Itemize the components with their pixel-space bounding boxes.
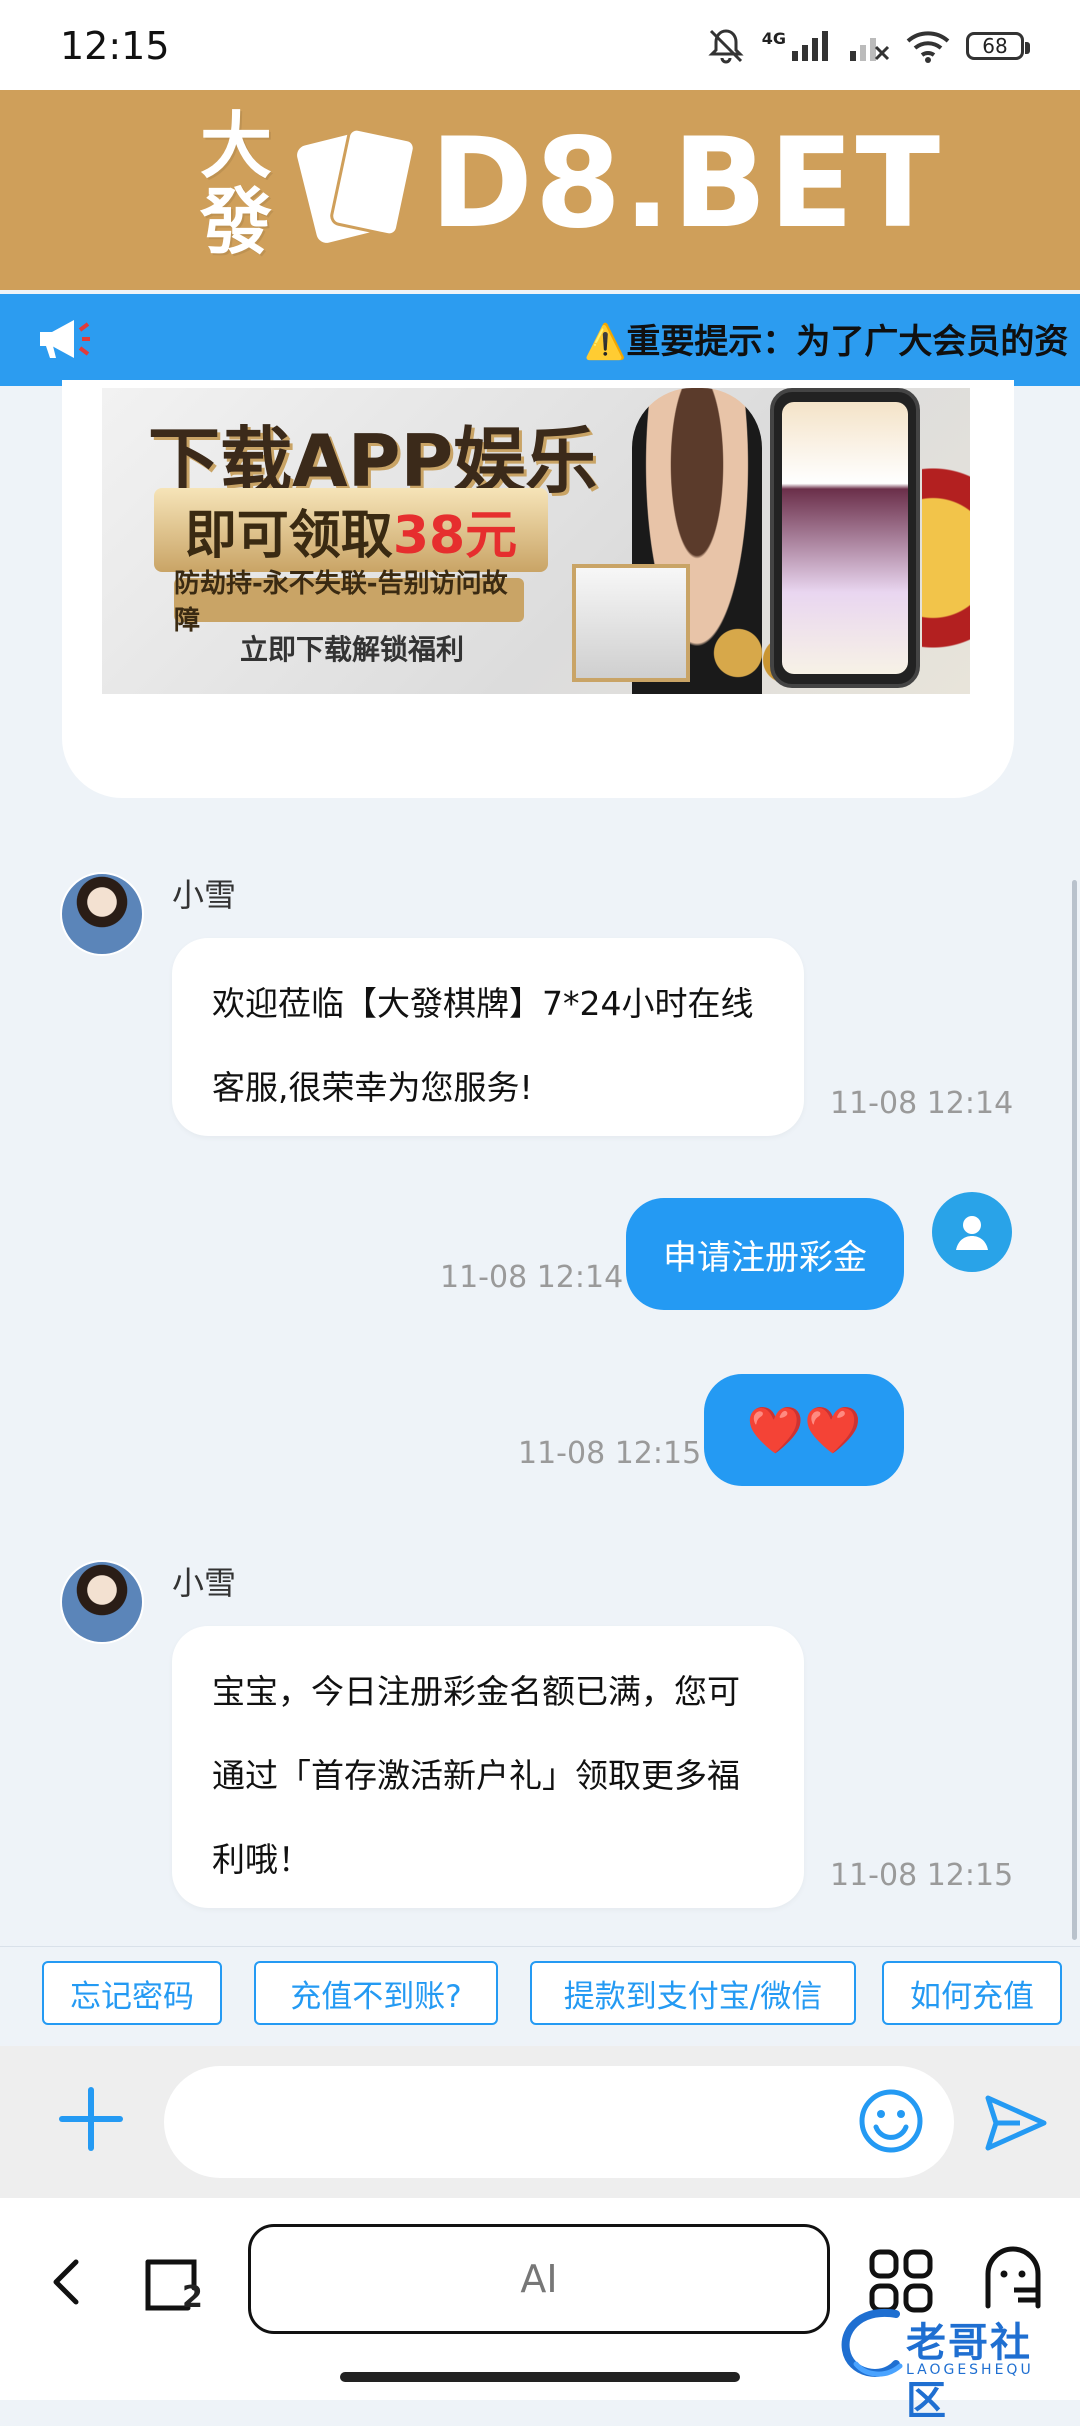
battery-indicator: 68 (966, 32, 1030, 60)
signal-icon (792, 31, 828, 61)
status-icons: 4G 68 (706, 26, 1030, 66)
message-timestamp: 11-08 12:14 (440, 1260, 624, 1295)
message-line: 欢迎莅临【大發棋牌】7*24小时在线 (212, 984, 754, 1023)
sender-name: 小雪 (172, 1564, 237, 1602)
quick-reply-how-to-deposit[interactable]: 如何充值 (882, 1961, 1062, 2025)
status-time: 12:15 (60, 24, 170, 68)
agent-avatar[interactable] (60, 1560, 144, 1644)
send-icon[interactable] (980, 2088, 1050, 2158)
outgoing-message-bubble: 申请注册彩金 (626, 1198, 904, 1310)
outgoing-message-bubble: ❤️❤️ (704, 1374, 904, 1486)
tabs-button[interactable]: 2 (140, 2246, 210, 2316)
brand-chars: 大發 (200, 103, 273, 264)
sender-name: 小雪 (172, 876, 237, 914)
emoji-icon[interactable] (856, 2086, 926, 2156)
banner-cta: 立即下载解锁福利 (239, 633, 464, 666)
home-indicator[interactable] (340, 2372, 740, 2382)
phone-mockup-image (770, 388, 920, 688)
plus-icon[interactable] (56, 2084, 126, 2154)
mute-bell-icon (708, 29, 744, 64)
message-input[interactable] (164, 2066, 954, 2178)
incoming-message-bubble: 欢迎莅临【大發棋牌】7*24小时在线 客服,很荣幸为您服务! (172, 938, 804, 1136)
message-line: 通过「首存激活新户礼」领取更多福 (212, 1756, 740, 1795)
watermark-logo: 老哥社区 LAOGESHEQU (836, 2304, 1072, 2424)
quick-reply-forgot-password[interactable]: 忘记密码 (42, 1961, 222, 2025)
banner-plaque-amount: 38元 (392, 505, 518, 566)
app-download-banner[interactable]: 下载APP娱乐 即可领取 38元 防劫持-永不失联-告别访问故障 立即下载解锁福… (102, 388, 970, 694)
tab-count: 2 (182, 2280, 203, 2315)
notice-text: ⚠️重要提示：为了广大会员的资 (584, 322, 1069, 362)
user-icon (956, 1216, 988, 1250)
playing-cards-icon (294, 124, 418, 245)
megaphone-icon (40, 320, 90, 358)
notice-bar[interactable]: ⚠️重要提示：为了广大会员的资 (0, 294, 1080, 386)
signal-weak-icon (850, 38, 890, 61)
message-timestamp: 11-08 12:14 (830, 1086, 1014, 1121)
agent-avatar[interactable] (60, 872, 144, 956)
browser-toolbar: 2 AI 老哥社区 LAOGESHEQU (0, 2198, 1080, 2424)
status-bar: 12:15 4G 68 (0, 0, 1080, 90)
quick-reply-withdraw-alipay-wechat[interactable]: 提款到支付宝/微信 (530, 1961, 856, 2025)
banner-subtitle: 防劫持-永不失联-告别访问故障 (174, 569, 524, 636)
quick-reply-bar: 忘记密码 充值不到账? 提款到支付宝/微信 如何充值 (0, 1946, 1080, 2043)
ai-address-field[interactable]: AI (248, 2224, 830, 2334)
incoming-message-bubble: 宝宝，今日注册彩金名额已满，您可 通过「首存激活新户礼」领取更多福 利哦！ (172, 1626, 804, 1908)
brand-header: 大發 D8.BET (0, 90, 1080, 290)
dragon-logo-icon (841, 2308, 903, 2377)
watermark-subtext: LAOGESHEQU (906, 2362, 1034, 2378)
message-input-bar (0, 2046, 1080, 2198)
message-line: 宝宝，今日注册彩金名额已满，您可 (212, 1672, 740, 1711)
message-timestamp: 11-08 12:15 (518, 1436, 702, 1471)
back-arrow-icon[interactable] (38, 2252, 98, 2312)
roulette-wheel-image (922, 448, 970, 668)
quick-reply-deposit-missing[interactable]: 充值不到账? (254, 1961, 498, 2025)
banner-plaque-prefix: 即可领取 (184, 505, 393, 566)
message-line: 利哦！ (212, 1840, 311, 1879)
network-type: 4G (761, 28, 786, 48)
message-timestamp: 11-08 12:15 (830, 1858, 1014, 1893)
user-avatar[interactable] (932, 1192, 1012, 1272)
chat-scrollbar[interactable] (1072, 880, 1077, 1940)
brand-name: D8.BET (430, 112, 943, 256)
brand-logo: 大發 D8.BET (200, 108, 942, 260)
message-line: 客服,很荣幸为您服务! (212, 1068, 533, 1107)
banner-plaque: 即可领取 38元 (154, 488, 548, 572)
gift-box-image (572, 564, 690, 682)
wifi-icon (906, 31, 950, 63)
banner-card: 下载APP娱乐 即可领取 38元 防劫持-永不失联-告别访问故障 立即下载解锁福… (62, 380, 1014, 798)
